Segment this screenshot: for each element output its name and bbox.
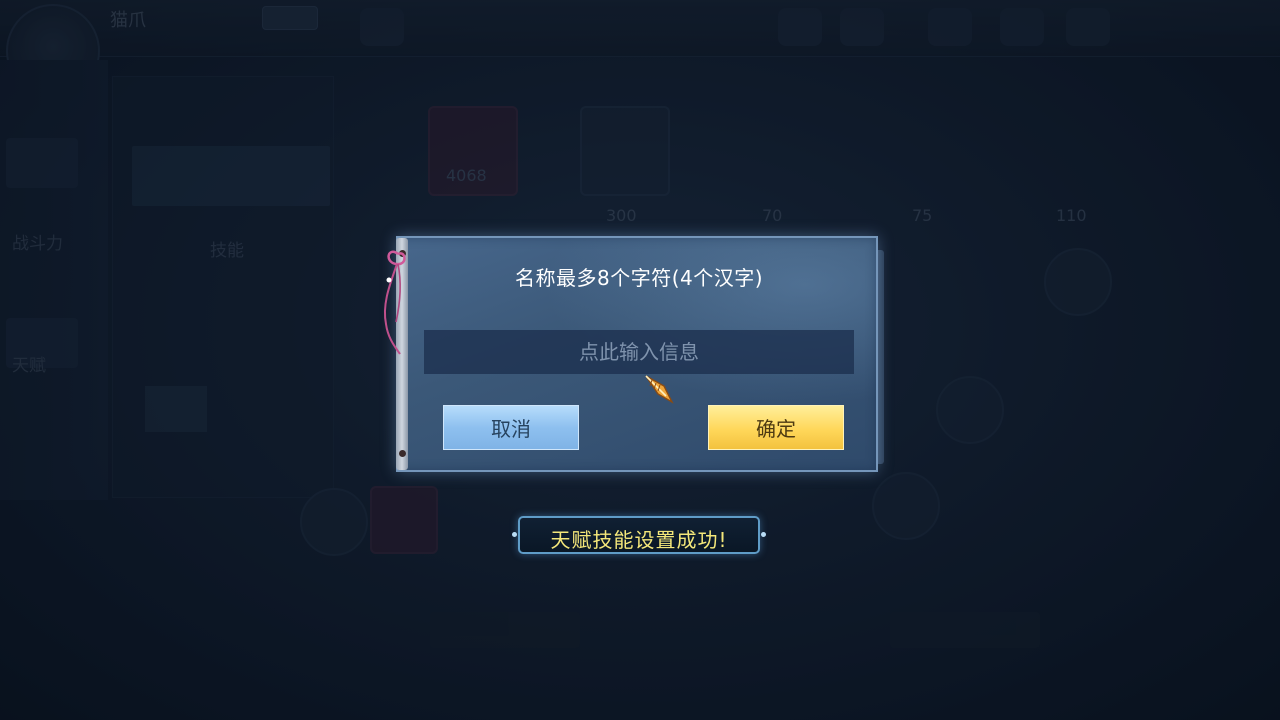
toast-ornament	[761, 532, 766, 537]
name-input[interactable]	[424, 330, 854, 374]
confirm-button[interactable]: 确定	[708, 405, 844, 450]
success-toast: 天赋技能设置成功!	[518, 516, 760, 554]
dialog-title: 名称最多8个字符(4个汉字)	[514, 266, 764, 290]
feather-pen-cursor-icon	[645, 375, 674, 404]
spine-knob	[399, 450, 406, 457]
cancel-button[interactable]: 取消	[443, 405, 579, 450]
toast-message: 天赋技能设置成功!	[550, 528, 728, 552]
game-screen: 猫爪 战斗力 天赋 技能 4068 300 70 75 110 名称最多8个字符…	[0, 0, 1280, 720]
toast-ornament	[512, 532, 517, 537]
